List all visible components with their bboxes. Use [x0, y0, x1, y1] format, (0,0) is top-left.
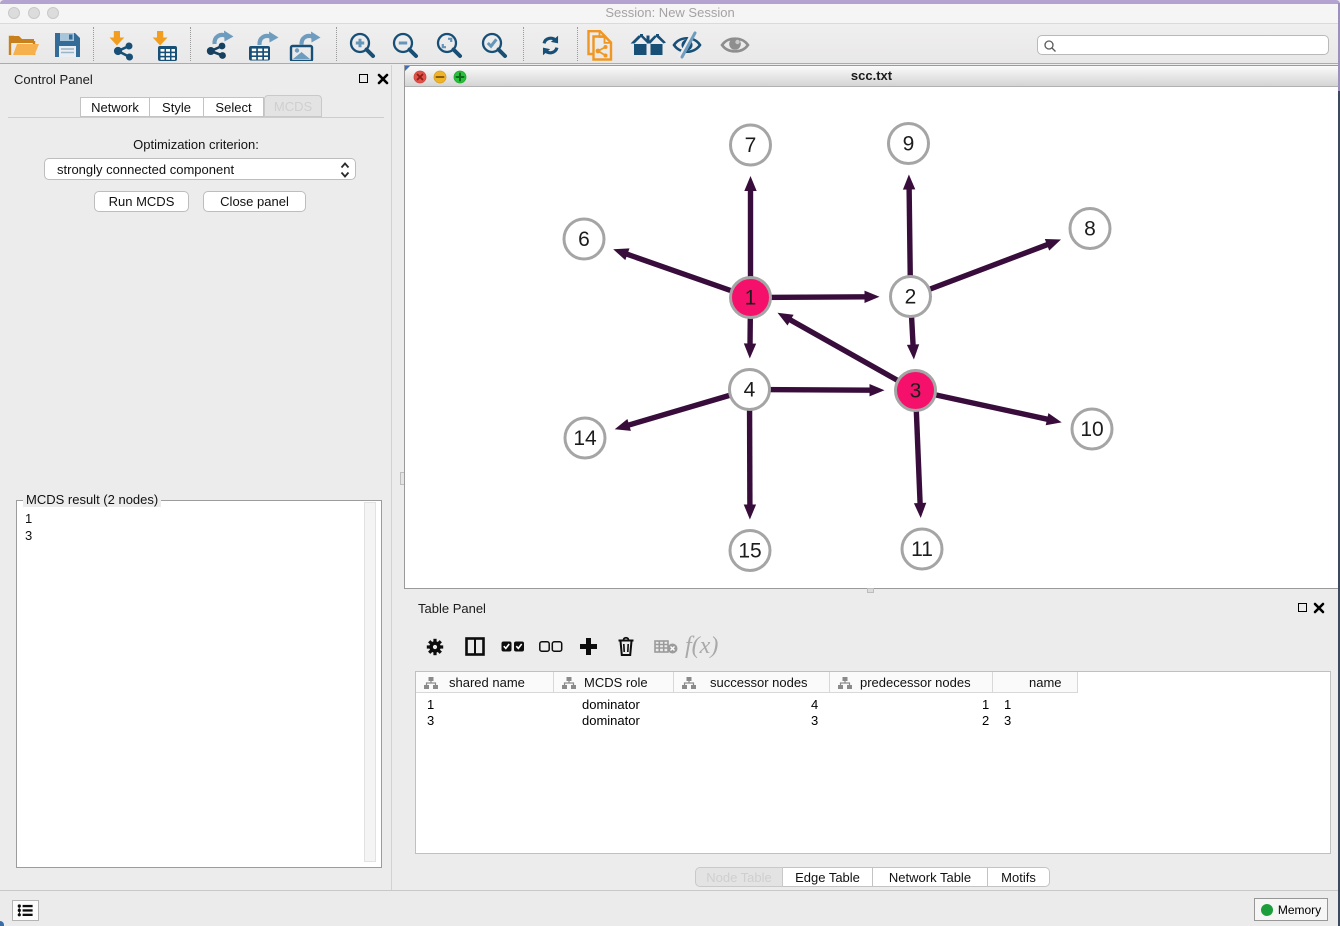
svg-text:6: 6: [578, 228, 590, 251]
svg-text:11: 11: [911, 538, 933, 561]
svg-text:10: 10: [1080, 418, 1103, 441]
svg-text:1: 1: [745, 287, 757, 310]
svg-text:2: 2: [905, 286, 917, 309]
svg-text:4: 4: [744, 379, 756, 402]
svg-text:7: 7: [745, 134, 757, 157]
svg-text:9: 9: [903, 133, 915, 156]
svg-text:15: 15: [738, 540, 761, 563]
svg-text:8: 8: [1084, 218, 1096, 241]
svg-text:14: 14: [573, 427, 597, 450]
svg-text:3: 3: [910, 380, 922, 403]
